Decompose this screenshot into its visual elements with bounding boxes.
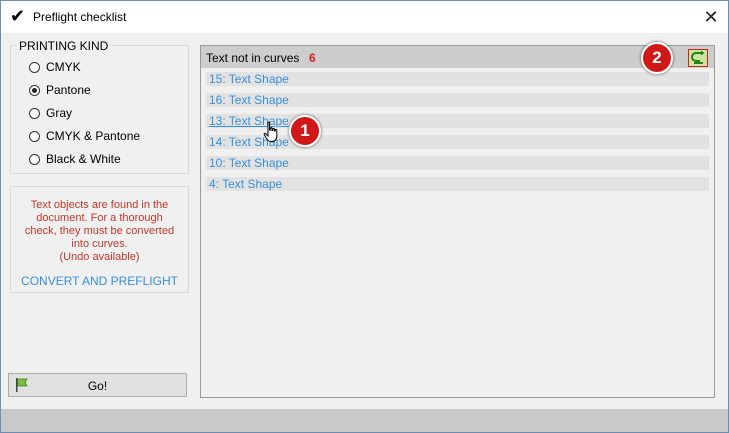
- info-group: Text objects are found in the document. …: [10, 186, 189, 293]
- result-item-label: 4: Text Shape: [209, 177, 283, 191]
- radio-label: CMYK & Pantone: [46, 129, 141, 143]
- results-header: Text not in curves 6: [201, 46, 714, 68]
- result-item[interactable]: 10: Text Shape: [206, 156, 709, 170]
- radio-indicator[interactable]: [29, 84, 40, 96]
- callout-badge-1: 1: [289, 115, 321, 147]
- radio-label: Pantone: [46, 83, 91, 97]
- convert-and-preflight-link[interactable]: CONVERT AND PREFLIGHT: [11, 274, 188, 288]
- result-item[interactable]: 15: Text Shape: [206, 72, 709, 86]
- result-item-label: 15: Text Shape: [209, 72, 289, 86]
- close-button[interactable]: ✕: [698, 5, 724, 29]
- checkmark-icon: ✔: [10, 6, 26, 26]
- radio-cmyk-pantone[interactable]: CMYK & Pantone: [29, 127, 140, 145]
- radio-indicator[interactable]: [29, 153, 40, 165]
- radio-indicator[interactable]: [29, 61, 40, 73]
- result-item[interactable]: 14: Text Shape: [206, 135, 709, 149]
- info-line: into curves.: [71, 238, 128, 250]
- hand-cursor-icon: [263, 121, 278, 142]
- printing-kind-label: PRINTING KIND: [17, 39, 111, 53]
- callout-badge-2: 2: [641, 42, 673, 74]
- info-line: check, they must be converted: [24, 225, 175, 237]
- radio-label: CMYK: [46, 60, 81, 74]
- result-item-label: 16: Text Shape: [209, 93, 289, 107]
- radio-indicator[interactable]: [29, 107, 40, 119]
- go-label: Go!: [87, 379, 108, 393]
- radio-black-white[interactable]: Black & White: [29, 150, 121, 168]
- results-panel: Text not in curves 6 15: Text Shape 16: …: [200, 45, 715, 398]
- results-count: 6: [309, 51, 316, 65]
- go-button[interactable]: Go!: [8, 373, 187, 397]
- preflight-window: ✔ Preflight checklist ✕ PRINTING KIND CM…: [0, 0, 729, 433]
- info-line: Text objects are found in the: [30, 199, 169, 211]
- results-title: Text not in curves: [206, 51, 300, 65]
- radio-label: Black & White: [46, 152, 121, 166]
- radio-label: Gray: [46, 106, 73, 120]
- result-item-label: 10: Text Shape: [209, 156, 289, 170]
- radio-indicator[interactable]: [29, 130, 40, 142]
- result-item[interactable]: 4: Text Shape: [206, 177, 709, 191]
- radio-pantone[interactable]: Pantone: [29, 81, 91, 99]
- printing-kind-group: PRINTING KIND CMYK Pantone Gray CMYK & P…: [10, 39, 189, 174]
- info-line: document. For a thorough: [36, 212, 163, 224]
- info-message: Text objects are found in the document. …: [15, 199, 184, 264]
- refresh-arrow-icon: [691, 50, 705, 64]
- radio-cmyk[interactable]: CMYK: [29, 58, 81, 76]
- title-bar: ✔ Preflight checklist ✕: [1, 1, 728, 33]
- radio-gray[interactable]: Gray: [29, 104, 72, 122]
- window-title: Preflight checklist: [33, 10, 127, 24]
- info-line: (Undo available): [59, 251, 140, 263]
- result-item[interactable]: 16: Text Shape: [206, 93, 709, 107]
- status-bar: [1, 409, 728, 432]
- result-item[interactable]: 13: Text Shape: [206, 114, 709, 128]
- refresh-button[interactable]: [688, 49, 708, 67]
